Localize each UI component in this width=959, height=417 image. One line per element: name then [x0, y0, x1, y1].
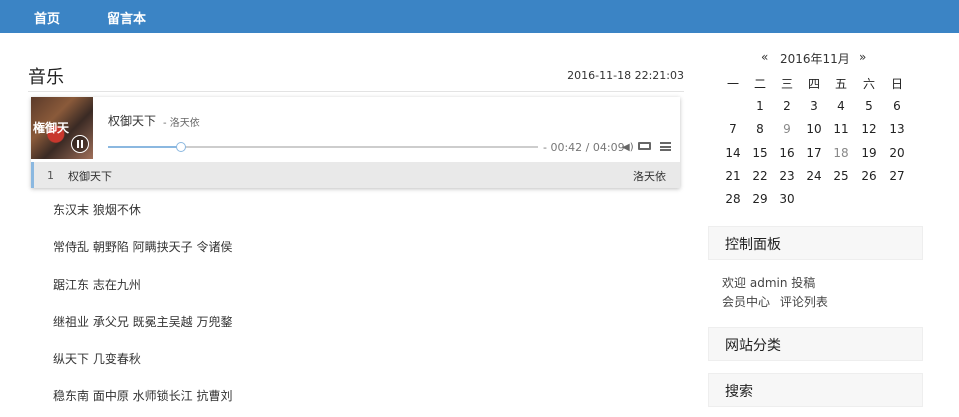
- playlist-item-name: 权御天下: [68, 170, 112, 183]
- calendar-day[interactable]: 29: [749, 192, 771, 206]
- calendar-day[interactable]: 10: [803, 122, 825, 136]
- categories-title: 网站分类: [725, 338, 781, 354]
- calendar-day[interactable]: 24: [803, 169, 825, 183]
- calendar-day[interactable]: 21: [722, 169, 744, 183]
- calendar-day[interactable]: 27: [886, 169, 908, 183]
- categories-widget: 网站分类: [708, 327, 923, 361]
- calendar-day[interactable]: 28: [722, 192, 744, 206]
- lyric-line: 常侍乱 朝野陷 阿瞒挟天子 令诸侯: [53, 240, 233, 254]
- top-navbar: 首页 留言本: [0, 0, 959, 33]
- calendar-next-button[interactable]: »: [859, 50, 866, 64]
- music-player: 権御天 权御天下 - 洛天依 - 00:42 / 04:09 ◀) 1 权御天下…: [31, 97, 680, 188]
- calendar-day[interactable]: 8: [749, 122, 771, 136]
- title-divider: [28, 91, 684, 92]
- lyric-line: 稳东南 面中原 水师锁长江 抗曹刘: [53, 389, 233, 403]
- calendar-prev-button[interactable]: «: [761, 50, 768, 64]
- post-link[interactable]: 投稿: [791, 276, 815, 290]
- playlist-item[interactable]: 1 权御天下 洛天依: [31, 162, 680, 188]
- time-display: - 00:42 / 04:09: [543, 141, 625, 154]
- song-name: 权御天下: [108, 114, 157, 128]
- welcome-text: 欢迎 admin 投稿: [722, 274, 815, 291]
- search-widget: 搜索: [708, 373, 923, 407]
- playlist-item-number: 1: [47, 169, 54, 182]
- username-link[interactable]: admin: [750, 276, 788, 290]
- lyric-line: 继祖业 承父兄 既冕主吴越 万兜鍪: [53, 315, 233, 329]
- menu-icon[interactable]: [660, 142, 671, 151]
- calendar-day[interactable]: 14: [722, 146, 744, 160]
- lyric-line: 纵天下 几变春秋: [53, 352, 141, 366]
- calendar-weekday: 二: [753, 77, 766, 91]
- pause-icon[interactable]: [71, 135, 89, 153]
- volume-icon[interactable]: ◀): [622, 142, 634, 153]
- calendar-month: 2016年11月: [780, 52, 850, 66]
- lyric-line: 东汉末 狼烟不休: [53, 203, 141, 217]
- song-artist: - 洛天依: [163, 118, 200, 129]
- calendar-day[interactable]: 1: [749, 99, 771, 113]
- nav-guestbook-link[interactable]: 留言本: [107, 8, 146, 27]
- page-title: 音乐: [28, 67, 64, 88]
- calendar-day[interactable]: 18: [830, 146, 852, 160]
- user-links: 会员中心 评论列表: [722, 293, 834, 310]
- control-panel-title: 控制面板: [725, 237, 781, 253]
- search-title: 搜索: [725, 384, 753, 400]
- playlist-item-artist: 洛天依: [633, 170, 666, 183]
- album-cover[interactable]: 権御天: [31, 97, 93, 159]
- calendar-weekday: 一: [726, 77, 739, 91]
- calendar-day[interactable]: 9: [776, 122, 798, 136]
- calendar-day[interactable]: 5: [858, 99, 880, 113]
- calendar-weekday: 日: [890, 77, 903, 91]
- calendar-day[interactable]: 13: [886, 122, 908, 136]
- calendar-weekday: 三: [780, 77, 793, 91]
- welcome-label: 欢迎: [722, 276, 747, 290]
- lyric-line: 踞江东 志在九州: [53, 278, 141, 292]
- calendar-day[interactable]: 22: [749, 169, 771, 183]
- nav-home-link[interactable]: 首页: [34, 8, 60, 27]
- control-panel-widget: 控制面板: [708, 226, 923, 260]
- calendar-day[interactable]: 11: [830, 122, 852, 136]
- member-center-link[interactable]: 会员中心: [722, 295, 770, 309]
- calendar-day[interactable]: 2: [776, 99, 798, 113]
- progress-knob[interactable]: [176, 142, 187, 152]
- calendar-day[interactable]: 12: [858, 122, 880, 136]
- progress-fill: [108, 146, 182, 148]
- calendar-day[interactable]: 17: [803, 146, 825, 160]
- calendar-day[interactable]: 3: [803, 99, 825, 113]
- calendar-weekday: 四: [807, 77, 820, 91]
- calendar-day[interactable]: 6: [886, 99, 908, 113]
- post-date: 2016-11-18 22:21:03: [567, 69, 684, 82]
- progress-bar[interactable]: [108, 142, 538, 152]
- loop-icon[interactable]: [638, 142, 651, 150]
- cover-text: 権御天: [33, 121, 70, 135]
- calendar-weekday: 六: [862, 77, 875, 91]
- calendar-day[interactable]: 23: [776, 169, 798, 183]
- calendar-day[interactable]: 19: [858, 146, 880, 160]
- calendar-day[interactable]: 15: [749, 146, 771, 160]
- calendar-day[interactable]: 4: [830, 99, 852, 113]
- calendar-day[interactable]: 25: [830, 169, 852, 183]
- calendar-day[interactable]: 20: [886, 146, 908, 160]
- comment-list-link[interactable]: 评论列表: [780, 295, 828, 309]
- calendar-day[interactable]: 7: [722, 122, 744, 136]
- calendar-weekday: 五: [834, 77, 847, 91]
- calendar-day[interactable]: 16: [776, 146, 798, 160]
- calendar-day[interactable]: 26: [858, 169, 880, 183]
- calendar-day[interactable]: 30: [776, 192, 798, 206]
